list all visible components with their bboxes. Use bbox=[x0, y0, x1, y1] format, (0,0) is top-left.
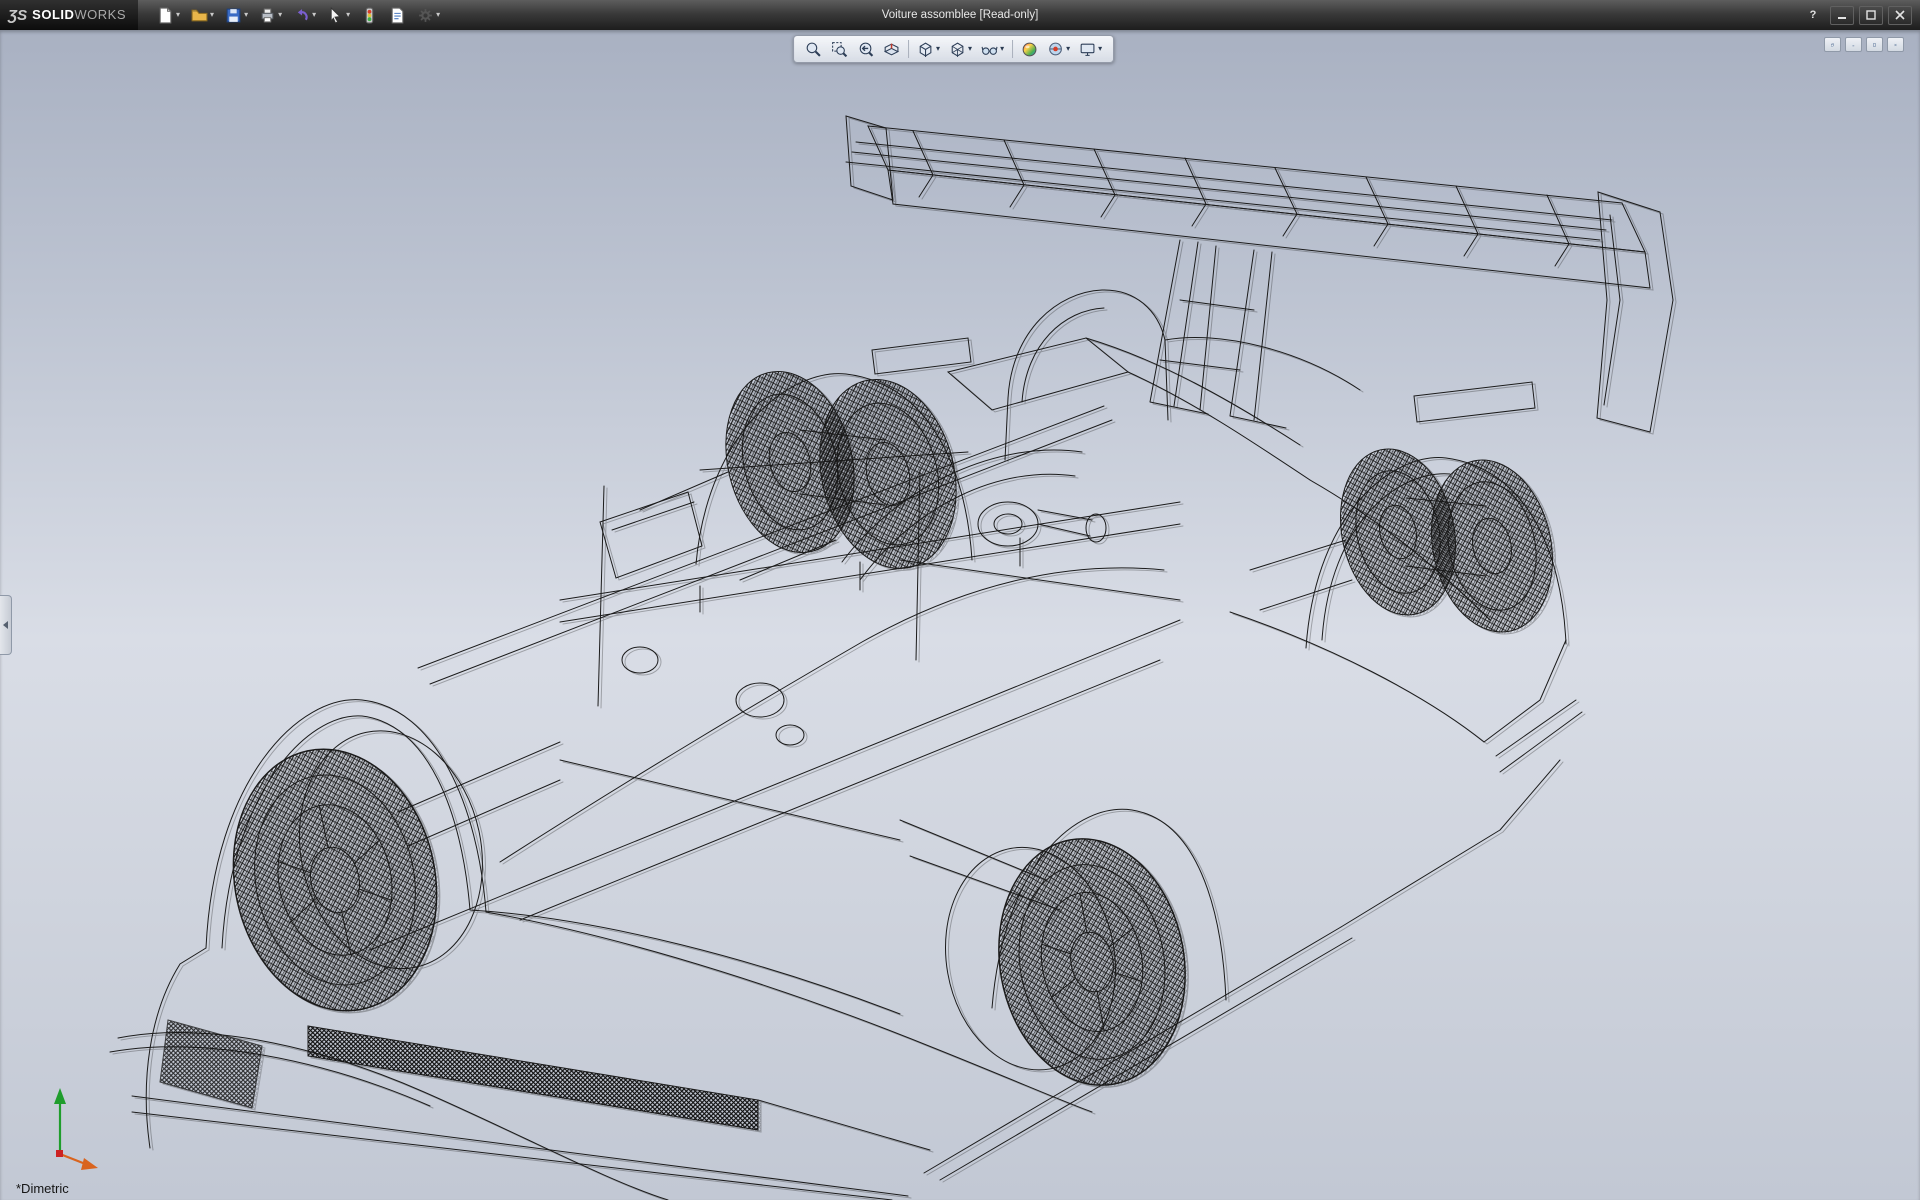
chevron-left-icon bbox=[3, 621, 8, 629]
zoom-to-fit-icon bbox=[805, 41, 822, 58]
maximize-icon bbox=[1866, 10, 1876, 20]
apply-scene-icon bbox=[1047, 41, 1064, 58]
dropdown-caret[interactable]: ▾ bbox=[210, 11, 214, 19]
section-view-button[interactable] bbox=[879, 38, 904, 60]
apply-scene-button[interactable]: ▾ bbox=[1043, 38, 1074, 60]
options-button[interactable]: ▾ bbox=[412, 3, 445, 27]
open-button[interactable]: ▾ bbox=[186, 3, 219, 27]
maximize-icon bbox=[1873, 40, 1876, 50]
undo-icon bbox=[293, 7, 310, 24]
new-button[interactable]: ▾ bbox=[152, 3, 185, 27]
zoom-to-fit-button[interactable] bbox=[801, 38, 826, 60]
rebuild-traffic-light-icon bbox=[361, 7, 378, 24]
close-button[interactable] bbox=[1888, 6, 1912, 25]
viewport[interactable]: ▾ ▾ ▾ bbox=[0, 30, 1920, 1200]
dropdown-caret[interactable]: ▾ bbox=[278, 11, 282, 19]
dropdown-caret[interactable]: ▾ bbox=[1098, 45, 1102, 53]
edit-appearance-button[interactable] bbox=[1017, 38, 1042, 60]
document-window-controls bbox=[1824, 37, 1904, 52]
print-icon bbox=[259, 7, 276, 24]
dropdown-caret[interactable]: ▾ bbox=[346, 11, 350, 19]
file-properties-button[interactable] bbox=[384, 3, 411, 27]
section-view-icon bbox=[883, 41, 900, 58]
close-icon bbox=[1894, 40, 1897, 50]
zoom-to-area-icon bbox=[831, 41, 848, 58]
wireframe-car-model[interactable] bbox=[0, 30, 1920, 1200]
dropdown-caret[interactable]: ▾ bbox=[936, 45, 940, 53]
titlebar: ƷS SOLIDWORKS ▾ ▾ ▾ bbox=[0, 0, 1920, 30]
rebuild-button[interactable] bbox=[356, 3, 383, 27]
previous-view-button[interactable] bbox=[853, 38, 878, 60]
solidworks-logo-glyph: ƷS bbox=[8, 7, 27, 24]
select-cursor-icon bbox=[327, 7, 344, 24]
help-button[interactable]: ? bbox=[1801, 6, 1825, 25]
minimize-icon bbox=[1837, 10, 1847, 20]
view-orientation-label: *Dimetric bbox=[16, 1181, 69, 1196]
display-style-wireframe-icon bbox=[949, 41, 966, 58]
dropdown-caret[interactable]: ▾ bbox=[1066, 45, 1070, 53]
open-folder-icon bbox=[191, 7, 208, 24]
save-icon bbox=[225, 7, 242, 24]
dropdown-caret[interactable]: ▾ bbox=[968, 45, 972, 53]
maximize-button[interactable] bbox=[1859, 6, 1883, 25]
brand-solid: SOLID bbox=[32, 7, 74, 22]
brand-works: WORKS bbox=[74, 7, 126, 22]
orientation-triad bbox=[20, 1082, 100, 1174]
dropdown-caret[interactable]: ▾ bbox=[436, 11, 440, 19]
toolbar-separator bbox=[908, 40, 909, 58]
zoom-to-area-button[interactable] bbox=[827, 38, 852, 60]
document-restore-button[interactable] bbox=[1824, 37, 1841, 52]
document-maximize-button[interactable] bbox=[1866, 37, 1883, 52]
hide-show-items-button[interactable]: ▾ bbox=[977, 38, 1008, 60]
view-toolbar: ▾ ▾ ▾ bbox=[793, 35, 1114, 63]
minimize-icon bbox=[1852, 40, 1855, 50]
hide-show-glasses-icon bbox=[981, 41, 998, 58]
display-style-button[interactable]: ▾ bbox=[945, 38, 976, 60]
toolbar-separator bbox=[1012, 40, 1013, 58]
file-properties-icon bbox=[389, 7, 406, 24]
view-orientation-button[interactable]: ▾ bbox=[913, 38, 944, 60]
restore-icon bbox=[1831, 40, 1834, 50]
main-toolbar: ▾ ▾ ▾ ▾ bbox=[152, 3, 445, 27]
solidworks-window: ƷS SOLIDWORKS ▾ ▾ ▾ bbox=[0, 0, 1920, 1200]
view-orientation-cube-icon bbox=[917, 41, 934, 58]
dropdown-caret[interactable]: ▾ bbox=[1000, 45, 1004, 53]
undo-button[interactable]: ▾ bbox=[288, 3, 321, 27]
select-button[interactable]: ▾ bbox=[322, 3, 355, 27]
options-gear-icon bbox=[417, 7, 434, 24]
previous-view-icon bbox=[857, 41, 874, 58]
new-document-icon bbox=[157, 7, 174, 24]
save-button[interactable]: ▾ bbox=[220, 3, 253, 27]
dropdown-caret[interactable]: ▾ bbox=[176, 11, 180, 19]
window-title: Voiture assomblee [Read-only] bbox=[882, 0, 1039, 30]
view-settings-icon bbox=[1079, 41, 1096, 58]
close-icon bbox=[1895, 10, 1905, 20]
window-controls: ? bbox=[1801, 6, 1920, 25]
view-settings-button[interactable]: ▾ bbox=[1075, 38, 1106, 60]
minimize-button[interactable] bbox=[1830, 6, 1854, 25]
document-minimize-button[interactable] bbox=[1845, 37, 1862, 52]
feature-panel-expand-tab[interactable] bbox=[0, 595, 12, 655]
edit-appearance-ball-icon bbox=[1021, 41, 1038, 58]
print-button[interactable]: ▾ bbox=[254, 3, 287, 27]
dropdown-caret[interactable]: ▾ bbox=[312, 11, 316, 19]
document-close-button[interactable] bbox=[1887, 37, 1904, 52]
solidworks-logo: ƷS SOLIDWORKS bbox=[0, 0, 138, 30]
dropdown-caret[interactable]: ▾ bbox=[244, 11, 248, 19]
